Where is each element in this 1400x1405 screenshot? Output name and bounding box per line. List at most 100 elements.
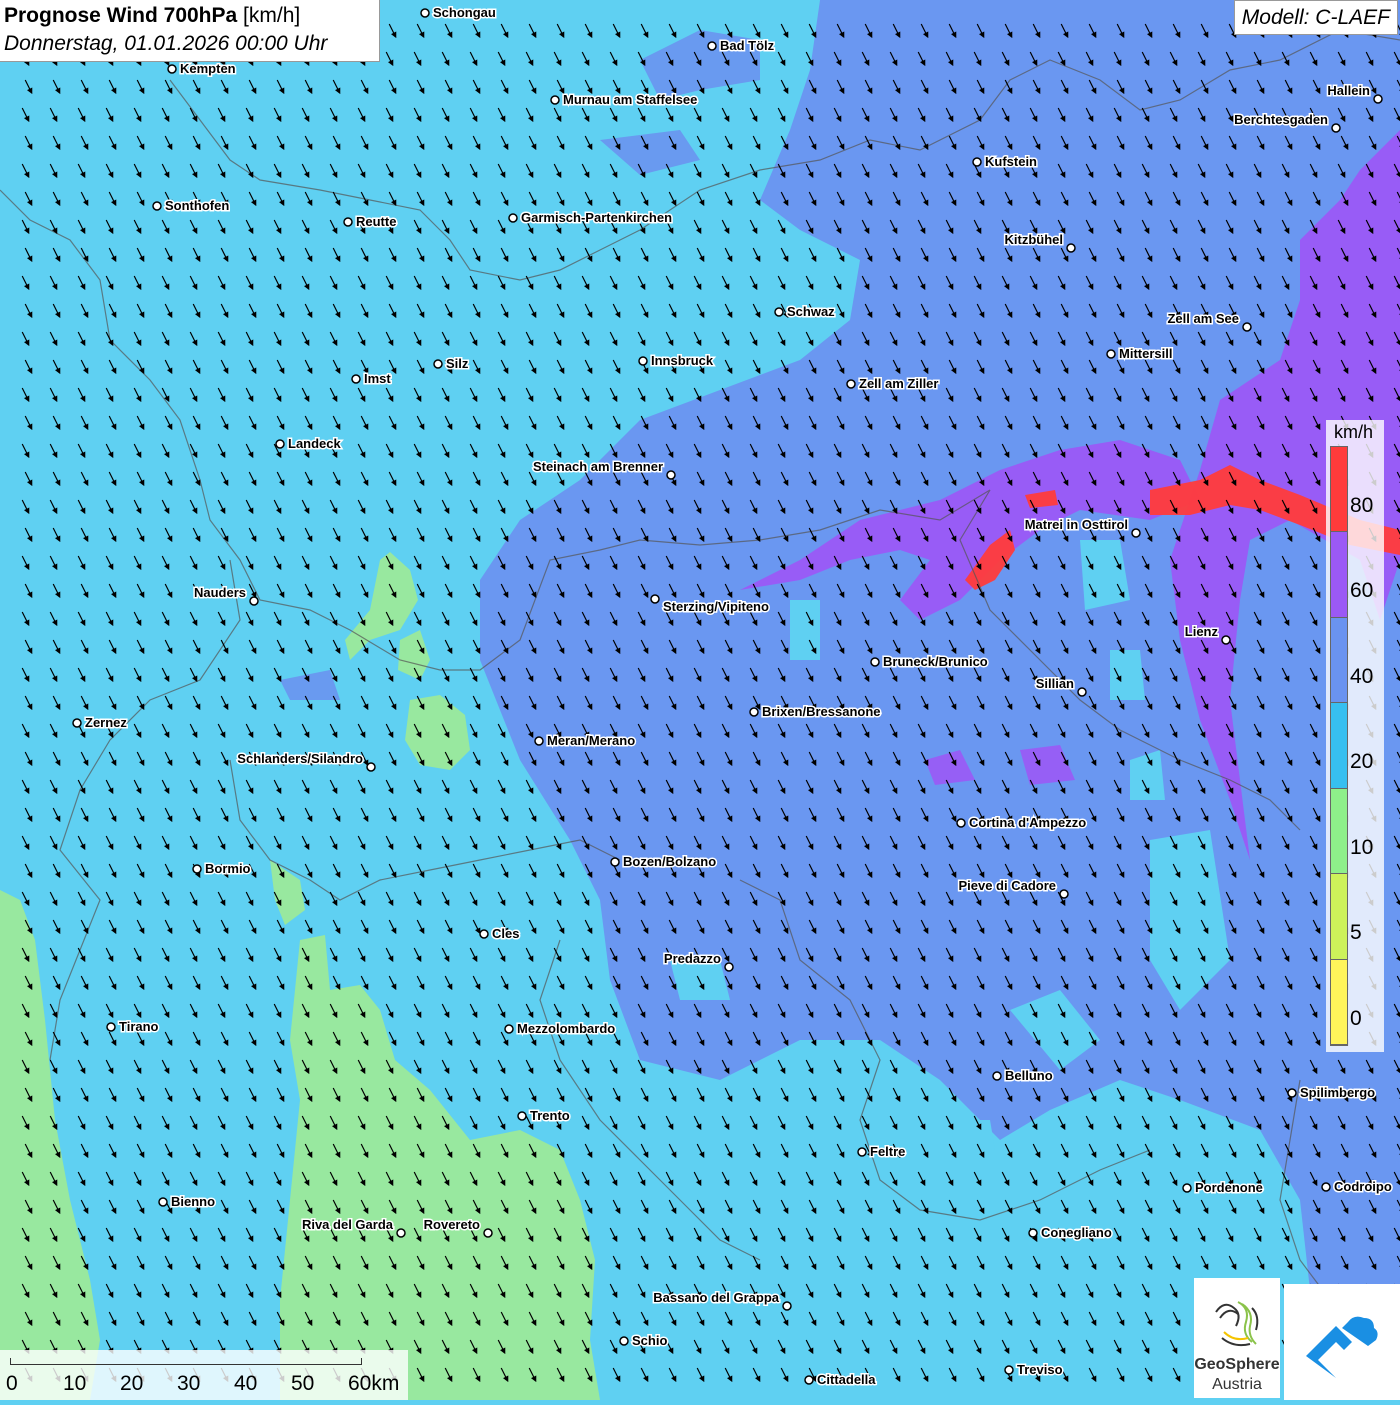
forecast-date: Donnerstag, 01.01.2026 00:00 Uhr [4, 32, 328, 55]
place-dot-icon [1106, 349, 1116, 359]
legend-tick-label: 60 [1350, 579, 1374, 603]
place-dot-icon [504, 1024, 514, 1034]
place-label: Riva del Garda [302, 1217, 394, 1232]
place-label: Reutte [356, 214, 396, 229]
legend-color-step [1331, 703, 1347, 789]
place-dot-icon [366, 762, 376, 772]
place-dot-icon [508, 213, 518, 223]
place-label: Zell am Ziller [859, 376, 938, 391]
place-label: Silz [446, 356, 469, 371]
place-label: Zernez [85, 715, 127, 730]
place-dot-icon [972, 157, 982, 167]
place-label: Sillian [1036, 676, 1074, 691]
scale-label: 0 [6, 1372, 18, 1395]
place-dot-icon [782, 1301, 792, 1311]
place-label: Kempten [180, 61, 236, 76]
scale-label: 30 [177, 1372, 201, 1395]
place-label: Innsbruck [651, 353, 714, 368]
place-label: Schlanders/Silandro [237, 751, 363, 766]
place-label: Kitzbühel [1005, 232, 1064, 247]
place-dot-icon [1321, 1182, 1331, 1192]
place-label: Schongau [433, 5, 496, 20]
place-label: Sonthofen [165, 198, 229, 213]
place-dot-icon [1287, 1088, 1297, 1098]
place-label: Mittersill [1119, 346, 1172, 361]
place-label: Belluno [1005, 1068, 1053, 1083]
place-label: Treviso [1017, 1362, 1063, 1377]
place-marker[interactable]: Schongau [420, 4, 497, 22]
geosphere-logo[interactable]: GeoSphere Austria [1194, 1278, 1280, 1398]
place-marker[interactable]: Murnau am Staffelsee [550, 91, 699, 109]
place-label: Cittadella [817, 1372, 876, 1387]
place-dot-icon [1373, 94, 1383, 104]
place-dot-icon [707, 41, 717, 51]
place-dot-icon [351, 374, 361, 384]
legend-color-step [1331, 617, 1347, 704]
legend-color-step [1331, 874, 1347, 960]
place-dot-icon [396, 1228, 406, 1238]
place-dot-icon [1221, 635, 1231, 645]
place-dot-icon [650, 594, 660, 604]
place-label: Schio [632, 1333, 667, 1348]
place-marker[interactable]: Bruneck/Brunico [870, 653, 989, 671]
place-dot-icon [749, 707, 759, 717]
place-dot-icon [192, 864, 202, 874]
place-marker[interactable]: Sonthofen [152, 197, 231, 215]
place-dot-icon [857, 1147, 867, 1157]
place-label: Bozen/Bolzano [623, 854, 716, 869]
place-dot-icon [870, 657, 880, 667]
place-label: Predazzo [664, 951, 721, 966]
place-label: Spilimbergo [1300, 1085, 1375, 1100]
place-marker[interactable]: Innsbruck [638, 352, 715, 370]
logo-name-2: Austria [1212, 1376, 1262, 1393]
place-dot-icon [550, 95, 560, 105]
place-marker[interactable]: Zell am Ziller [846, 375, 940, 393]
place-dot-icon [1059, 889, 1069, 899]
wind-map[interactable]: Schongau Bad Tölz Kempten Murnau am Staffel… [0, 0, 1400, 1400]
place-dot-icon [1077, 687, 1087, 697]
place-label: Conegliano [1041, 1225, 1112, 1240]
place-marker[interactable]: Bozen/Bolzano [610, 853, 718, 871]
place-dot-icon [479, 929, 489, 939]
place-label: Bassano del Grappa [653, 1290, 779, 1305]
place-marker[interactable]: Meran/Merano [534, 732, 637, 750]
place-label: Cles [492, 926, 519, 941]
place-dot-icon [167, 64, 177, 74]
app-logo[interactable] [1284, 1284, 1400, 1400]
place-dot-icon [1131, 528, 1141, 538]
title-unit: [km/h] [243, 4, 301, 27]
place-label: Rovereto [424, 1217, 480, 1232]
title-line: Prognose Wind 700hPa [km/h] [4, 2, 375, 30]
place-label: Kufstein [985, 154, 1037, 169]
place-dot-icon [1182, 1183, 1192, 1193]
place-dot-icon [724, 962, 734, 972]
place-marker[interactable]: Garmisch-Partenkirchen [508, 209, 674, 227]
place-marker[interactable]: Brixen/Bressanone [749, 703, 882, 721]
scale-line [10, 1358, 362, 1365]
place-marker[interactable]: Cortina d'Ampezzo [956, 814, 1088, 832]
legend-color-step [1331, 959, 1347, 1045]
place-label: Bad Tölz [720, 38, 775, 53]
legend-tick-label: 20 [1350, 750, 1374, 774]
place-dot-icon [610, 857, 620, 867]
place-marker[interactable]: Pordenone [1182, 1179, 1264, 1197]
place-dot-icon [517, 1111, 527, 1121]
place-dot-icon [275, 439, 285, 449]
place-dot-icon [846, 379, 856, 389]
legend-unit: km/h [1334, 422, 1374, 442]
place-label: Schwaz [787, 304, 835, 319]
place-marker[interactable]: Mezzolombardo [504, 1020, 617, 1038]
place-dot-icon [1004, 1365, 1014, 1375]
place-dot-icon [483, 1228, 493, 1238]
color-legend: km/h 80 60 40 20 10 5 0 [1326, 420, 1384, 1052]
place-dot-icon [956, 818, 966, 828]
legend-color-bar [1330, 446, 1348, 1046]
place-marker[interactable]: Spilimbergo [1287, 1084, 1377, 1102]
place-label: Feltre [870, 1144, 905, 1159]
mountain-cloud-icon [1306, 1316, 1378, 1378]
legend-tick-label: 40 [1350, 664, 1374, 688]
place-label: Trento [530, 1108, 570, 1123]
place-dot-icon [804, 1375, 814, 1385]
place-marker[interactable]: Conegliano [1028, 1224, 1113, 1242]
place-dot-icon [1028, 1228, 1038, 1238]
